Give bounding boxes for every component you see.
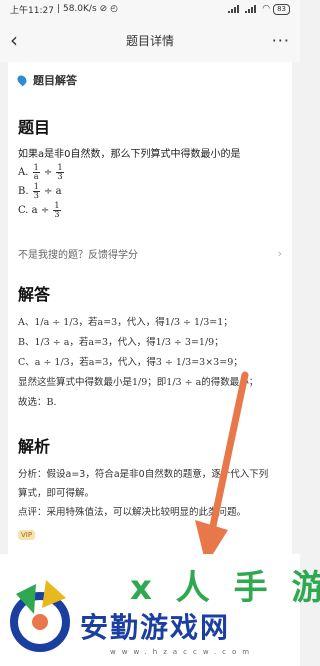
status-time: 上午11:27: [10, 5, 54, 16]
denominator: 3: [57, 172, 63, 181]
analysis-line-2: 算式，即可得解。: [18, 488, 95, 499]
status-speed: 58.0K/s: [62, 4, 97, 14]
answer-conclusion: 显然这些算式中得数最小是1/9；即1/3 ÷ a的得数最小；: [18, 377, 259, 388]
signal-icon: [228, 5, 242, 13]
watermark-top-text: ⅹ 人 手 游: [130, 568, 320, 608]
watermark-url: www.hzaccw.com: [110, 648, 256, 656]
option-b-operator: ÷: [44, 186, 53, 197]
status-separator: |: [56, 4, 60, 14]
mute-icon: ⊘: [99, 4, 108, 14]
option-a-prefix: A.: [18, 167, 29, 178]
denominator: 3: [33, 191, 39, 200]
battery-icon: 83: [273, 3, 290, 15]
status-right: ◠ 83: [228, 3, 290, 15]
option-c-operator: ÷: [40, 205, 50, 216]
more-options-icon[interactable]: ···: [266, 31, 290, 50]
page-title: 题目详情: [125, 33, 174, 48]
section-tag: 题目解答: [8, 62, 292, 94]
answer-line-c: C、a ÷ 1/3，若a=3，代入，得3 ÷ 1/3=3×3=9；: [18, 357, 243, 368]
watermark-site-name: 安勤游戏网: [80, 611, 231, 644]
back-arrow-icon[interactable]: ‹: [10, 28, 34, 52]
option-c-prefix: C.: [18, 205, 29, 216]
option-a-fraction-1: 1a: [32, 164, 40, 181]
feedback-link[interactable]: 不是我搜的题？反馈得学分 ›: [8, 220, 292, 261]
location-pin-icon: [15, 73, 29, 87]
wifi-icon: ◠: [262, 4, 271, 14]
option-a-operator: ÷: [43, 167, 53, 178]
top-navigation-bar: ‹ 题目详情 ···: [0, 18, 300, 62]
option-c[interactable]: C. a ÷ 13: [8, 201, 292, 220]
signal-icon-2: [245, 5, 259, 13]
question-text: 如果a是非0自然数，那么下列算式中得数最小的是: [18, 149, 241, 160]
analysis-line-3: 点评：采用特殊值法，可以解决比较明显的此类问题。: [18, 507, 247, 518]
answer-choice: 故选：B.: [18, 397, 57, 408]
option-a-fraction-2: 13: [56, 164, 64, 181]
option-b[interactable]: B. 13 ÷ a: [8, 182, 292, 201]
answer-line-a: A、1/a ÷ 1/3，若a=3，代入，得1/3 ÷ 1/3=1；: [18, 317, 233, 328]
option-b-fraction-1: 13: [32, 183, 40, 200]
site-logo-icon: [10, 580, 70, 652]
denominator: a: [33, 172, 39, 181]
question-heading: 题目: [18, 118, 51, 137]
question-detail-card: 题目解答 题目 如果a是非0自然数，那么下列算式中得数最小的是 A. 1a ÷ …: [8, 62, 292, 554]
section-tag-label: 题目解答: [33, 74, 77, 87]
option-c-fraction-2: 13: [53, 202, 61, 219]
option-c-head: a: [31, 205, 38, 216]
denominator: 3: [54, 210, 60, 219]
option-b-prefix: B.: [18, 186, 29, 197]
feedback-label: 不是我搜的题？反馈得学分: [18, 250, 138, 261]
chevron-right-icon: ›: [277, 247, 282, 260]
analysis-line-1: 分析：假设a=3，符合a是非0自然数的题意，逐个代入下列: [18, 469, 269, 480]
status-bar: 上午11:27 | 58.0K/s ⊘ ◴ ◠ 83: [0, 0, 300, 18]
watermark-banner: ⅹ 人 手 游 安勤游戏网 www.hzaccw.com: [0, 554, 320, 666]
answer-line-b: B、1/3 ÷ a，若a=3，代入，得1/3 ÷ 3=1/9；: [18, 337, 224, 348]
vip-badge: VIP: [18, 530, 36, 540]
answer-heading: 解答: [18, 285, 51, 304]
alarm-icon: ◴: [110, 4, 119, 14]
analysis-heading: 解析: [18, 437, 51, 456]
option-b-tail: a: [55, 186, 62, 197]
status-left: 上午11:27 | 58.0K/s ⊘ ◴: [10, 3, 118, 16]
option-a[interactable]: A. 1a ÷ 13: [8, 163, 292, 182]
